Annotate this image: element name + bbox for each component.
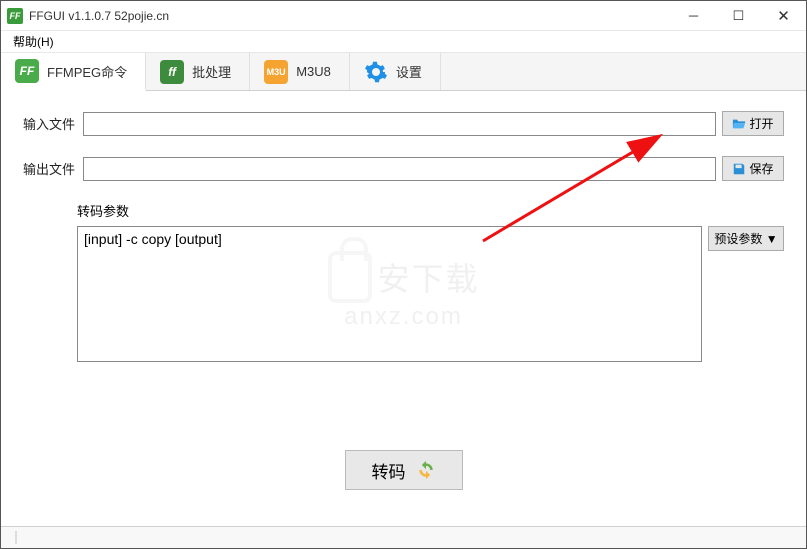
menu-help[interactable]: 帮助(H)	[7, 31, 60, 52]
batch-icon: ff	[160, 60, 184, 84]
output-file-row: 输出文件 保存	[23, 156, 784, 181]
tab-m3u8[interactable]: M3U M3U8	[250, 53, 350, 90]
app-icon: FF	[7, 8, 23, 24]
preset-params-button[interactable]: 预设参数 ▼	[708, 226, 784, 251]
transcode-button[interactable]: 转码	[345, 450, 463, 490]
minimize-button[interactable]: ─	[671, 1, 716, 30]
window-controls: ─ ☐ ✕	[671, 1, 806, 30]
input-file-label: 输入文件	[23, 114, 77, 133]
input-file-row: 输入文件 打开	[23, 111, 784, 136]
output-file-label: 输出文件	[23, 159, 77, 178]
tab-ffmpeg-command[interactable]: FF FFMPEG命令	[1, 53, 146, 91]
params-field[interactable]	[77, 226, 702, 362]
gear-icon	[364, 60, 388, 84]
save-icon	[732, 162, 746, 176]
params-label: 转码参数	[77, 201, 784, 220]
content-area: 输入文件 打开 输出文件 保存 转码参数 预设参数 ▼	[1, 91, 806, 372]
tab-label: 批处理	[192, 62, 231, 81]
params-section: 转码参数 预设参数 ▼	[77, 201, 784, 362]
tab-batch[interactable]: ff 批处理	[146, 53, 250, 90]
titlebar: FF FFGUI v1.1.0.7 52pojie.cn ─ ☐ ✕	[1, 1, 806, 31]
output-file-field[interactable]	[83, 157, 716, 181]
folder-open-icon	[732, 117, 746, 131]
open-button[interactable]: 打开	[722, 111, 784, 136]
maximize-button[interactable]: ☐	[716, 1, 761, 30]
window-title: FFGUI v1.1.0.7 52pojie.cn	[29, 9, 169, 23]
statusbar	[1, 526, 806, 548]
save-button-label: 保存	[749, 160, 773, 177]
open-button-label: 打开	[749, 115, 773, 132]
tab-strip: FF FFMPEG命令 ff 批处理 M3U M3U8 设置	[1, 53, 806, 91]
input-file-field[interactable]	[83, 112, 716, 136]
ffmpeg-icon: FF	[15, 59, 39, 83]
m3u8-icon: M3U	[264, 60, 288, 84]
refresh-icon	[416, 460, 436, 480]
tab-label: 设置	[396, 62, 422, 81]
save-button[interactable]: 保存	[722, 156, 784, 181]
transcode-button-label: 转码	[372, 458, 406, 483]
tab-label: M3U8	[296, 64, 331, 79]
tab-label: FFMPEG命令	[47, 62, 127, 81]
menubar: 帮助(H)	[1, 31, 806, 53]
close-button[interactable]: ✕	[761, 1, 806, 30]
tab-settings[interactable]: 设置	[350, 53, 441, 90]
